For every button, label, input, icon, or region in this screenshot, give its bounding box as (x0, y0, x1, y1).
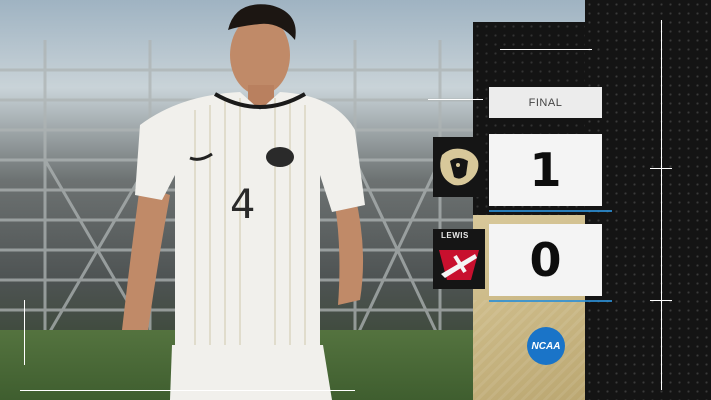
flyers-icon (439, 250, 479, 280)
ncaa-logo: NCAA (527, 327, 565, 365)
top-bracket (500, 49, 592, 50)
soccer-player: 4 (122, 4, 365, 400)
home-score: 1 (489, 134, 612, 212)
away-score: 0 (489, 224, 612, 302)
ruler-tick (650, 168, 672, 169)
left-ruler (24, 300, 25, 365)
vertical-ruler (661, 20, 662, 390)
lion-head-icon (440, 148, 479, 186)
home-team-logo (433, 137, 485, 197)
jersey-number: 4 (230, 182, 255, 228)
pointer-line (428, 99, 483, 100)
away-team-logo: LEWIS (433, 229, 485, 289)
game-status: FINAL (489, 87, 602, 118)
ruler-tick (650, 300, 672, 301)
dotted-side-panel (585, 0, 711, 400)
bottom-ruler (20, 390, 355, 391)
away-team-logo-text: LEWIS (441, 231, 469, 240)
